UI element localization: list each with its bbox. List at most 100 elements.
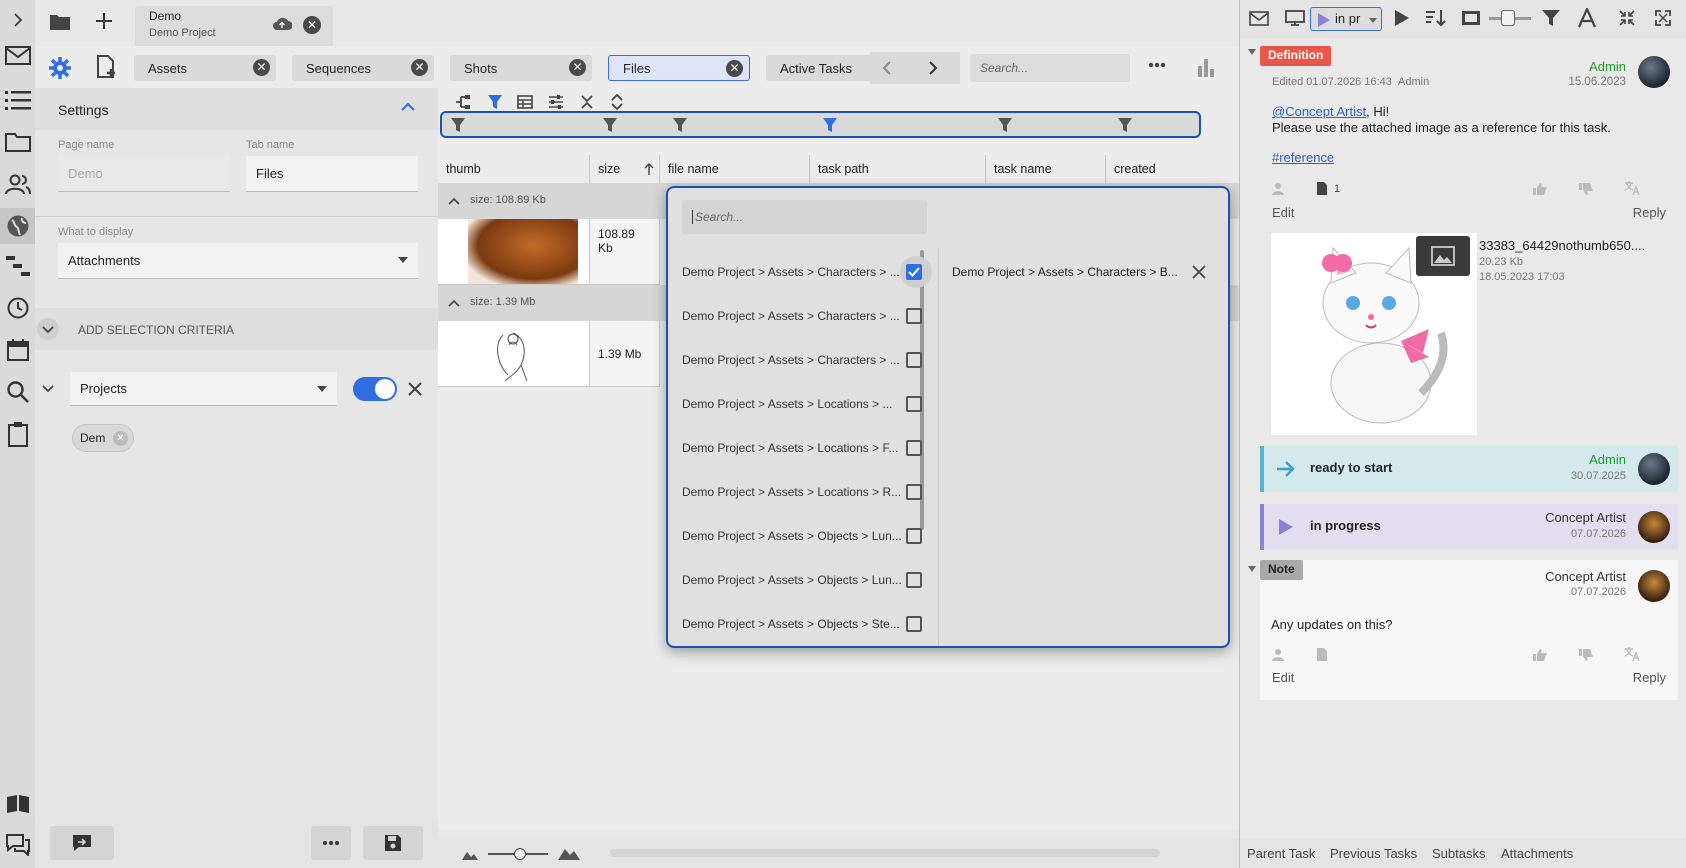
- edit-link[interactable]: Edit: [1272, 670, 1294, 685]
- more-icon[interactable]: [1148, 62, 1166, 68]
- option-item[interactable]: Demo Project > Assets > Objects > Lun...: [668, 558, 938, 602]
- close-tab-icon[interactable]: ✕: [253, 59, 270, 76]
- list-icon[interactable]: [2, 84, 34, 116]
- chevron-up-icon[interactable]: [401, 102, 415, 112]
- size-filter-icon[interactable]: [602, 117, 618, 133]
- add-criteria-row[interactable]: ADD SELECTION CRITERIA: [35, 308, 438, 350]
- option-checkbox[interactable]: [906, 484, 922, 500]
- option-checkbox[interactable]: [906, 572, 922, 588]
- tree-icon[interactable]: [455, 94, 471, 110]
- search-icon[interactable]: [2, 376, 34, 408]
- criteria-select[interactable]: Projects: [70, 372, 337, 406]
- col-task-path[interactable]: task path: [810, 155, 986, 183]
- avatar[interactable]: [1638, 453, 1670, 485]
- status-select[interactable]: in pr: [1310, 7, 1382, 31]
- collapse-note-icon[interactable]: [1248, 566, 1256, 572]
- tab-name-field[interactable]: Files: [246, 156, 418, 192]
- criteria-chip[interactable]: Dem ✕: [72, 424, 134, 452]
- attachment-doc-icon[interactable]: [1316, 647, 1328, 662]
- tabs-search-input[interactable]: Search...: [970, 54, 1130, 82]
- mention-link[interactable]: @Concept Artist: [1272, 104, 1366, 119]
- globe-icon[interactable]: [0, 208, 35, 244]
- col-thumb[interactable]: thumb: [438, 155, 590, 183]
- taskpath-filter-icon[interactable]: [822, 117, 838, 133]
- popup-search-input[interactable]: Search...: [682, 200, 927, 234]
- attachment-file-name[interactable]: 33383_64429nothumb650....: [1479, 238, 1645, 253]
- option-item[interactable]: Demo Project > Assets > Objects > Lun...: [668, 514, 938, 558]
- created-filter-icon[interactable]: [1117, 117, 1133, 133]
- sort-icon[interactable]: [1425, 9, 1447, 27]
- open-folder-icon[interactable]: [49, 12, 71, 32]
- option-checkbox[interactable]: [906, 396, 922, 412]
- reply-link[interactable]: Reply: [1633, 670, 1666, 685]
- thumbs-up-icon[interactable]: [1532, 648, 1548, 662]
- tab-files[interactable]: Files ✕: [608, 55, 750, 81]
- option-checkbox[interactable]: [906, 616, 922, 632]
- option-item[interactable]: Demo Project > Assets > Objects > Ste...: [668, 602, 938, 646]
- zoom-knob[interactable]: [1501, 10, 1515, 26]
- chevron-up-icon[interactable]: [448, 197, 460, 205]
- translate-icon[interactable]: [1624, 646, 1640, 662]
- option-checkbox[interactable]: [906, 264, 922, 280]
- option-item[interactable]: Demo Project > Assets > Locations > ...: [668, 382, 938, 426]
- calendar-icon[interactable]: [2, 334, 34, 366]
- thumbs-down-icon[interactable]: [1578, 182, 1594, 196]
- monitor-icon[interactable]: [1285, 10, 1305, 26]
- mail-icon[interactable]: [2, 40, 34, 72]
- close-tab-icon[interactable]: ✕: [569, 59, 586, 76]
- remove-selected-icon[interactable]: [1192, 265, 1206, 279]
- more-options-button[interactable]: [311, 826, 351, 860]
- col-created[interactable]: created: [1106, 155, 1239, 183]
- tab-sequences[interactable]: Sequences ✕: [292, 55, 434, 81]
- font-icon[interactable]: [1577, 8, 1597, 28]
- horizontal-scrollbar[interactable]: [610, 849, 1160, 857]
- edit-link[interactable]: Edit: [1272, 205, 1294, 220]
- col-task-name[interactable]: task name: [986, 155, 1106, 183]
- hashtag-link[interactable]: #reference: [1272, 150, 1334, 165]
- option-checkbox[interactable]: [906, 308, 922, 324]
- chevron-down-icon[interactable]: [37, 318, 59, 340]
- expand-icon[interactable]: [2, 4, 34, 36]
- thumb-filter-icon[interactable]: [450, 117, 466, 133]
- filter-icon[interactable]: [487, 94, 503, 110]
- history-icon[interactable]: [2, 292, 34, 324]
- play-icon[interactable]: [1394, 9, 1410, 27]
- film-icon[interactable]: [1461, 9, 1481, 27]
- thumbs-down-icon[interactable]: [1578, 648, 1594, 662]
- reply-link[interactable]: Reply: [1633, 205, 1666, 220]
- folder-icon[interactable]: [2, 126, 34, 158]
- table-icon[interactable]: [517, 94, 533, 110]
- large-thumb-icon[interactable]: [558, 844, 580, 860]
- filename-filter-icon[interactable]: [672, 117, 688, 133]
- criteria-expand-icon[interactable]: [37, 377, 59, 399]
- mail-send-icon[interactable]: [1249, 10, 1269, 26]
- option-checkbox[interactable]: [906, 352, 922, 368]
- clipboard-icon[interactable]: [2, 418, 34, 450]
- option-checkbox[interactable]: [906, 440, 922, 456]
- gear-icon[interactable]: [49, 57, 71, 79]
- option-item[interactable]: Demo Project > Assets > Characters > ...: [668, 294, 938, 338]
- thumbs-up-icon[interactable]: [1532, 182, 1548, 196]
- tab-previous-tasks[interactable]: Previous Tasks: [1330, 846, 1417, 861]
- thumb-size-knob[interactable]: [514, 848, 526, 860]
- close-tab-icon[interactable]: ✕: [726, 60, 743, 77]
- tab-subtasks[interactable]: Subtasks: [1432, 846, 1485, 861]
- save-button[interactable]: [363, 826, 423, 860]
- thumb-cell[interactable]: [438, 219, 590, 285]
- columns-settings-icon[interactable]: [548, 94, 564, 110]
- expand-all-icon[interactable]: [609, 94, 625, 110]
- option-item[interactable]: Demo Project > Assets > Characters > ...: [668, 250, 938, 294]
- chevron-up-icon[interactable]: [448, 299, 460, 307]
- translate-icon[interactable]: [1624, 180, 1640, 196]
- criteria-toggle[interactable]: [353, 377, 397, 401]
- collapse-icon[interactable]: [579, 94, 595, 110]
- close-tab-icon[interactable]: ✕: [411, 59, 428, 76]
- people-icon[interactable]: [1272, 182, 1288, 196]
- attachment-doc-icon[interactable]: [1316, 181, 1328, 196]
- book-icon[interactable]: [2, 788, 34, 820]
- filter-icon[interactable]: [1541, 9, 1561, 27]
- chevron-left-icon[interactable]: [880, 60, 894, 76]
- taskname-filter-icon[interactable]: [997, 117, 1013, 133]
- avatar[interactable]: [1638, 570, 1670, 602]
- image-file-icon[interactable]: [1416, 236, 1470, 276]
